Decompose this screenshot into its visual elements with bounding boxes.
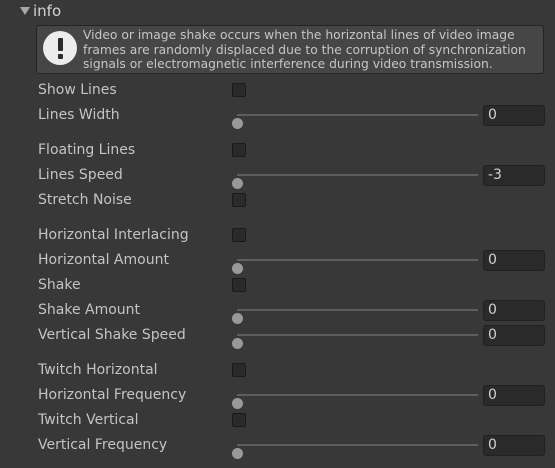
show-lines-checkbox[interactable] <box>232 83 246 97</box>
row-lines-speed: Lines Speed -3 <box>0 165 555 189</box>
horizontal-amount-slider[interactable] <box>232 259 478 274</box>
shake-amount-field[interactable]: 0 <box>483 300 545 321</box>
horizontal-interlacing-checkbox[interactable] <box>232 228 246 242</box>
horizontal-amount-slider-thumb[interactable] <box>232 263 243 274</box>
floating-lines-checkbox[interactable] <box>232 143 246 157</box>
horizontal-amount-label: Horizontal Amount <box>38 252 169 268</box>
shake-label: Shake <box>38 277 81 293</box>
help-box: Video or image shake occurs when the hor… <box>36 25 544 74</box>
row-horizontal-amount: Horizontal Amount 0 <box>0 250 555 274</box>
horizontal-frequency-slider[interactable] <box>232 394 478 409</box>
lines-speed-slider-thumb[interactable] <box>232 178 243 189</box>
row-horizontal-frequency: Horizontal Frequency 0 <box>0 385 555 409</box>
floating-lines-label: Floating Lines <box>38 142 136 158</box>
row-vertical-shake-speed: Vertical Shake Speed 0 <box>0 325 555 349</box>
row-lines-width: Lines Width 0 <box>0 105 555 129</box>
info-foldout[interactable]: info <box>0 0 555 22</box>
row-stretch-noise: Stretch Noise <box>0 190 555 212</box>
lines-width-slider-thumb[interactable] <box>232 118 243 129</box>
vertical-shake-speed-slider[interactable] <box>232 334 478 349</box>
vertical-frequency-slider-thumb[interactable] <box>232 448 243 459</box>
foldout-label[interactable]: info <box>33 2 61 20</box>
help-text: Video or image shake occurs when the hor… <box>83 28 526 71</box>
vertical-shake-speed-field[interactable]: 0 <box>483 325 545 346</box>
row-horizontal-interlacing: Horizontal Interlacing <box>0 225 555 247</box>
twitch-horizontal-label: Twitch Horizontal <box>38 362 158 378</box>
vertical-shake-speed-label: Vertical Shake Speed <box>38 327 186 343</box>
lines-speed-slider[interactable] <box>232 174 478 189</box>
shake-amount-slider[interactable] <box>232 309 478 324</box>
vertical-shake-speed-slider-thumb[interactable] <box>232 338 243 349</box>
twitch-vertical-label: Twitch Vertical <box>38 412 139 428</box>
horizontal-frequency-field[interactable]: 0 <box>483 385 545 406</box>
stretch-noise-checkbox[interactable] <box>232 193 246 207</box>
row-twitch-vertical: Twitch Vertical <box>0 410 555 432</box>
row-floating-lines: Floating Lines <box>0 140 555 162</box>
row-shake-amount: Shake Amount 0 <box>0 300 555 324</box>
horizontal-frequency-label: Horizontal Frequency <box>38 387 187 403</box>
vertical-frequency-field[interactable]: 0 <box>483 435 545 456</box>
shake-checkbox[interactable] <box>232 278 246 292</box>
lines-speed-label: Lines Speed <box>38 167 123 183</box>
show-lines-label: Show Lines <box>38 82 117 98</box>
lines-width-field[interactable]: 0 <box>483 105 545 126</box>
row-show-lines: Show Lines <box>0 80 555 102</box>
foldout-arrow-icon[interactable] <box>20 7 30 15</box>
row-shake: Shake <box>0 275 555 297</box>
vertical-frequency-label: Vertical Frequency <box>38 437 168 453</box>
shake-amount-label: Shake Amount <box>38 302 141 318</box>
twitch-vertical-checkbox[interactable] <box>232 413 246 427</box>
lines-width-slider[interactable] <box>232 114 478 129</box>
horizontal-interlacing-label: Horizontal Interlacing <box>38 227 189 243</box>
row-vertical-frequency: Vertical Frequency 0 <box>0 435 555 459</box>
horizontal-amount-field[interactable]: 0 <box>483 250 545 271</box>
lines-speed-field[interactable]: -3 <box>483 165 545 186</box>
twitch-horizontal-checkbox[interactable] <box>232 363 246 377</box>
lines-width-label: Lines Width <box>38 107 120 123</box>
row-twitch-horizontal: Twitch Horizontal <box>0 360 555 382</box>
stretch-noise-label: Stretch Noise <box>38 192 132 208</box>
horizontal-frequency-slider-thumb[interactable] <box>232 398 243 409</box>
vertical-frequency-slider[interactable] <box>232 444 478 459</box>
warning-icon <box>43 31 77 65</box>
shake-amount-slider-thumb[interactable] <box>232 313 243 324</box>
